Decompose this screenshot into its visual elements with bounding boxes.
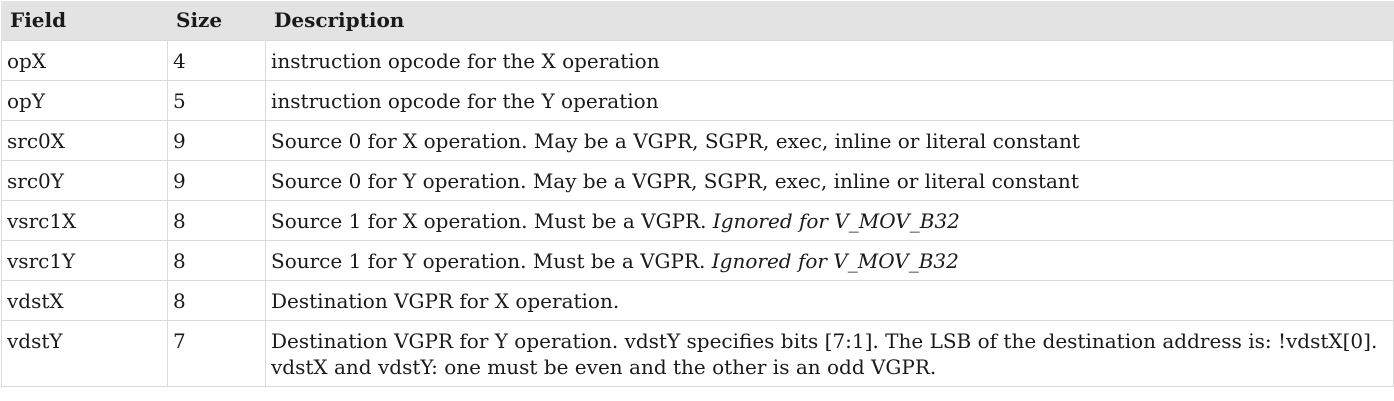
table-body: opX 4 instruction opcode for the X opera… (1, 40, 1394, 387)
cell-description: instruction opcode for the Y operation (265, 80, 1394, 121)
cell-size: 8 (167, 200, 266, 241)
description-text: instruction opcode for the X operation (271, 49, 660, 73)
cell-description: Source 0 for X operation. May be a VGPR,… (265, 120, 1394, 161)
cell-field: vsrc1Y (1, 240, 168, 281)
field-table: Field Size Description opX 4 instruction… (1, 1, 1394, 387)
table-header: Field Size Description (1, 1, 1394, 41)
table-row: opX 4 instruction opcode for the X opera… (1, 40, 1394, 81)
table-row: src0X 9 Source 0 for X operation. May be… (1, 120, 1394, 161)
cell-field: vdstY (1, 320, 168, 387)
description-text: instruction opcode for the Y operation (271, 89, 659, 113)
description-text: Destination VGPR for X operation. (271, 289, 620, 313)
header-description: Description (265, 1, 1394, 41)
table-row: vsrc1Y 8 Source 1 for Y operation. Must … (1, 240, 1394, 281)
cell-size: 8 (167, 280, 266, 321)
cell-description: Destination VGPR for Y operation. vdstY … (265, 320, 1394, 387)
cell-field: vdstX (1, 280, 168, 321)
table-row: opY 5 instruction opcode for the Y opera… (1, 80, 1394, 121)
description-note: Ignored for V_MOV_B32 (711, 249, 959, 273)
cell-description: instruction opcode for the X operation (265, 40, 1394, 81)
table-row: vsrc1X 8 Source 1 for X operation. Must … (1, 200, 1394, 241)
description-text: Source 0 for X operation. May be a VGPR,… (271, 129, 1080, 153)
cell-field: vsrc1X (1, 200, 168, 241)
table-row: vdstY 7 Destination VGPR for Y operation… (1, 320, 1394, 387)
cell-field: opX (1, 40, 168, 81)
table-row: vdstX 8 Destination VGPR for X operation… (1, 280, 1394, 321)
description-text: Source 1 for Y operation. Must be a VGPR… (271, 249, 712, 273)
description-text: Source 1 for X operation. Must be a VGPR… (271, 209, 713, 233)
header-size: Size (167, 1, 266, 41)
cell-description: Source 0 for Y operation. May be a VGPR,… (265, 160, 1394, 201)
cell-size: 4 (167, 40, 266, 81)
cell-description: Destination VGPR for X operation. (265, 280, 1394, 321)
cell-size: 8 (167, 240, 266, 281)
cell-description: Source 1 for X operation. Must be a VGPR… (265, 200, 1394, 241)
cell-size: 9 (167, 120, 266, 161)
cell-field: src0X (1, 120, 168, 161)
cell-size: 9 (167, 160, 266, 201)
cell-size: 5 (167, 80, 266, 121)
cell-description: Source 1 for Y operation. Must be a VGPR… (265, 240, 1394, 281)
cell-size: 7 (167, 320, 266, 387)
cell-field: src0Y (1, 160, 168, 201)
table-row: src0Y 9 Source 0 for Y operation. May be… (1, 160, 1394, 201)
header-field: Field (1, 1, 168, 41)
description-text: Source 0 for Y operation. May be a VGPR,… (271, 169, 1079, 193)
cell-field: opY (1, 80, 168, 121)
description-text: Destination VGPR for Y operation. vdstY … (271, 329, 1378, 379)
header-row: Field Size Description (1, 1, 1394, 41)
description-note: Ignored for V_MOV_B32 (712, 209, 960, 233)
